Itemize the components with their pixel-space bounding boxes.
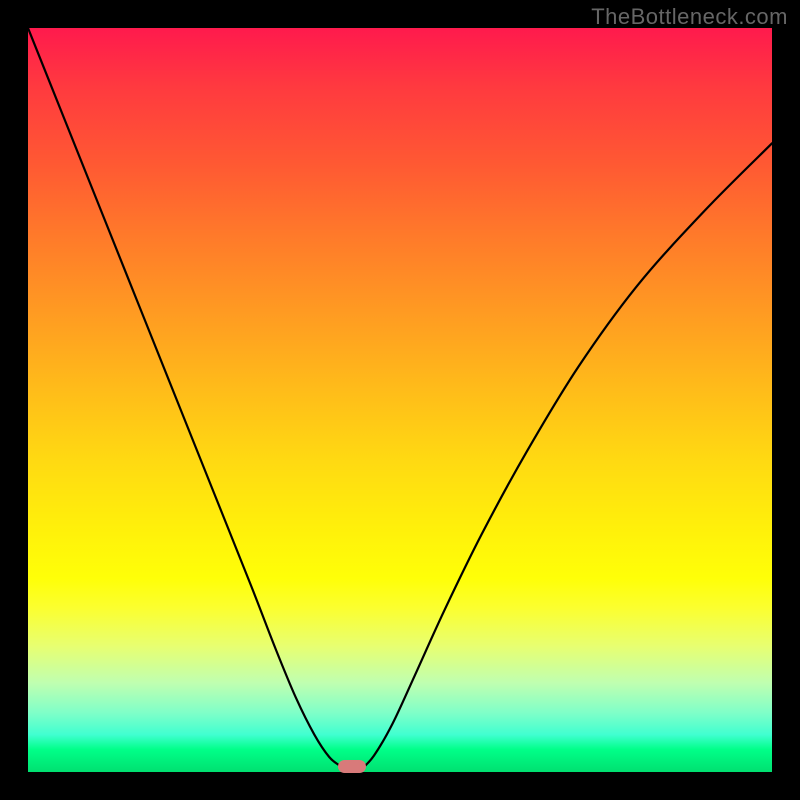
- watermark-text: TheBottleneck.com: [591, 4, 788, 30]
- bottleneck-curve-path: [28, 28, 772, 772]
- optimal-point-marker: [338, 760, 366, 773]
- chart-curve-svg: [28, 28, 772, 772]
- chart-plot-area: [28, 28, 772, 772]
